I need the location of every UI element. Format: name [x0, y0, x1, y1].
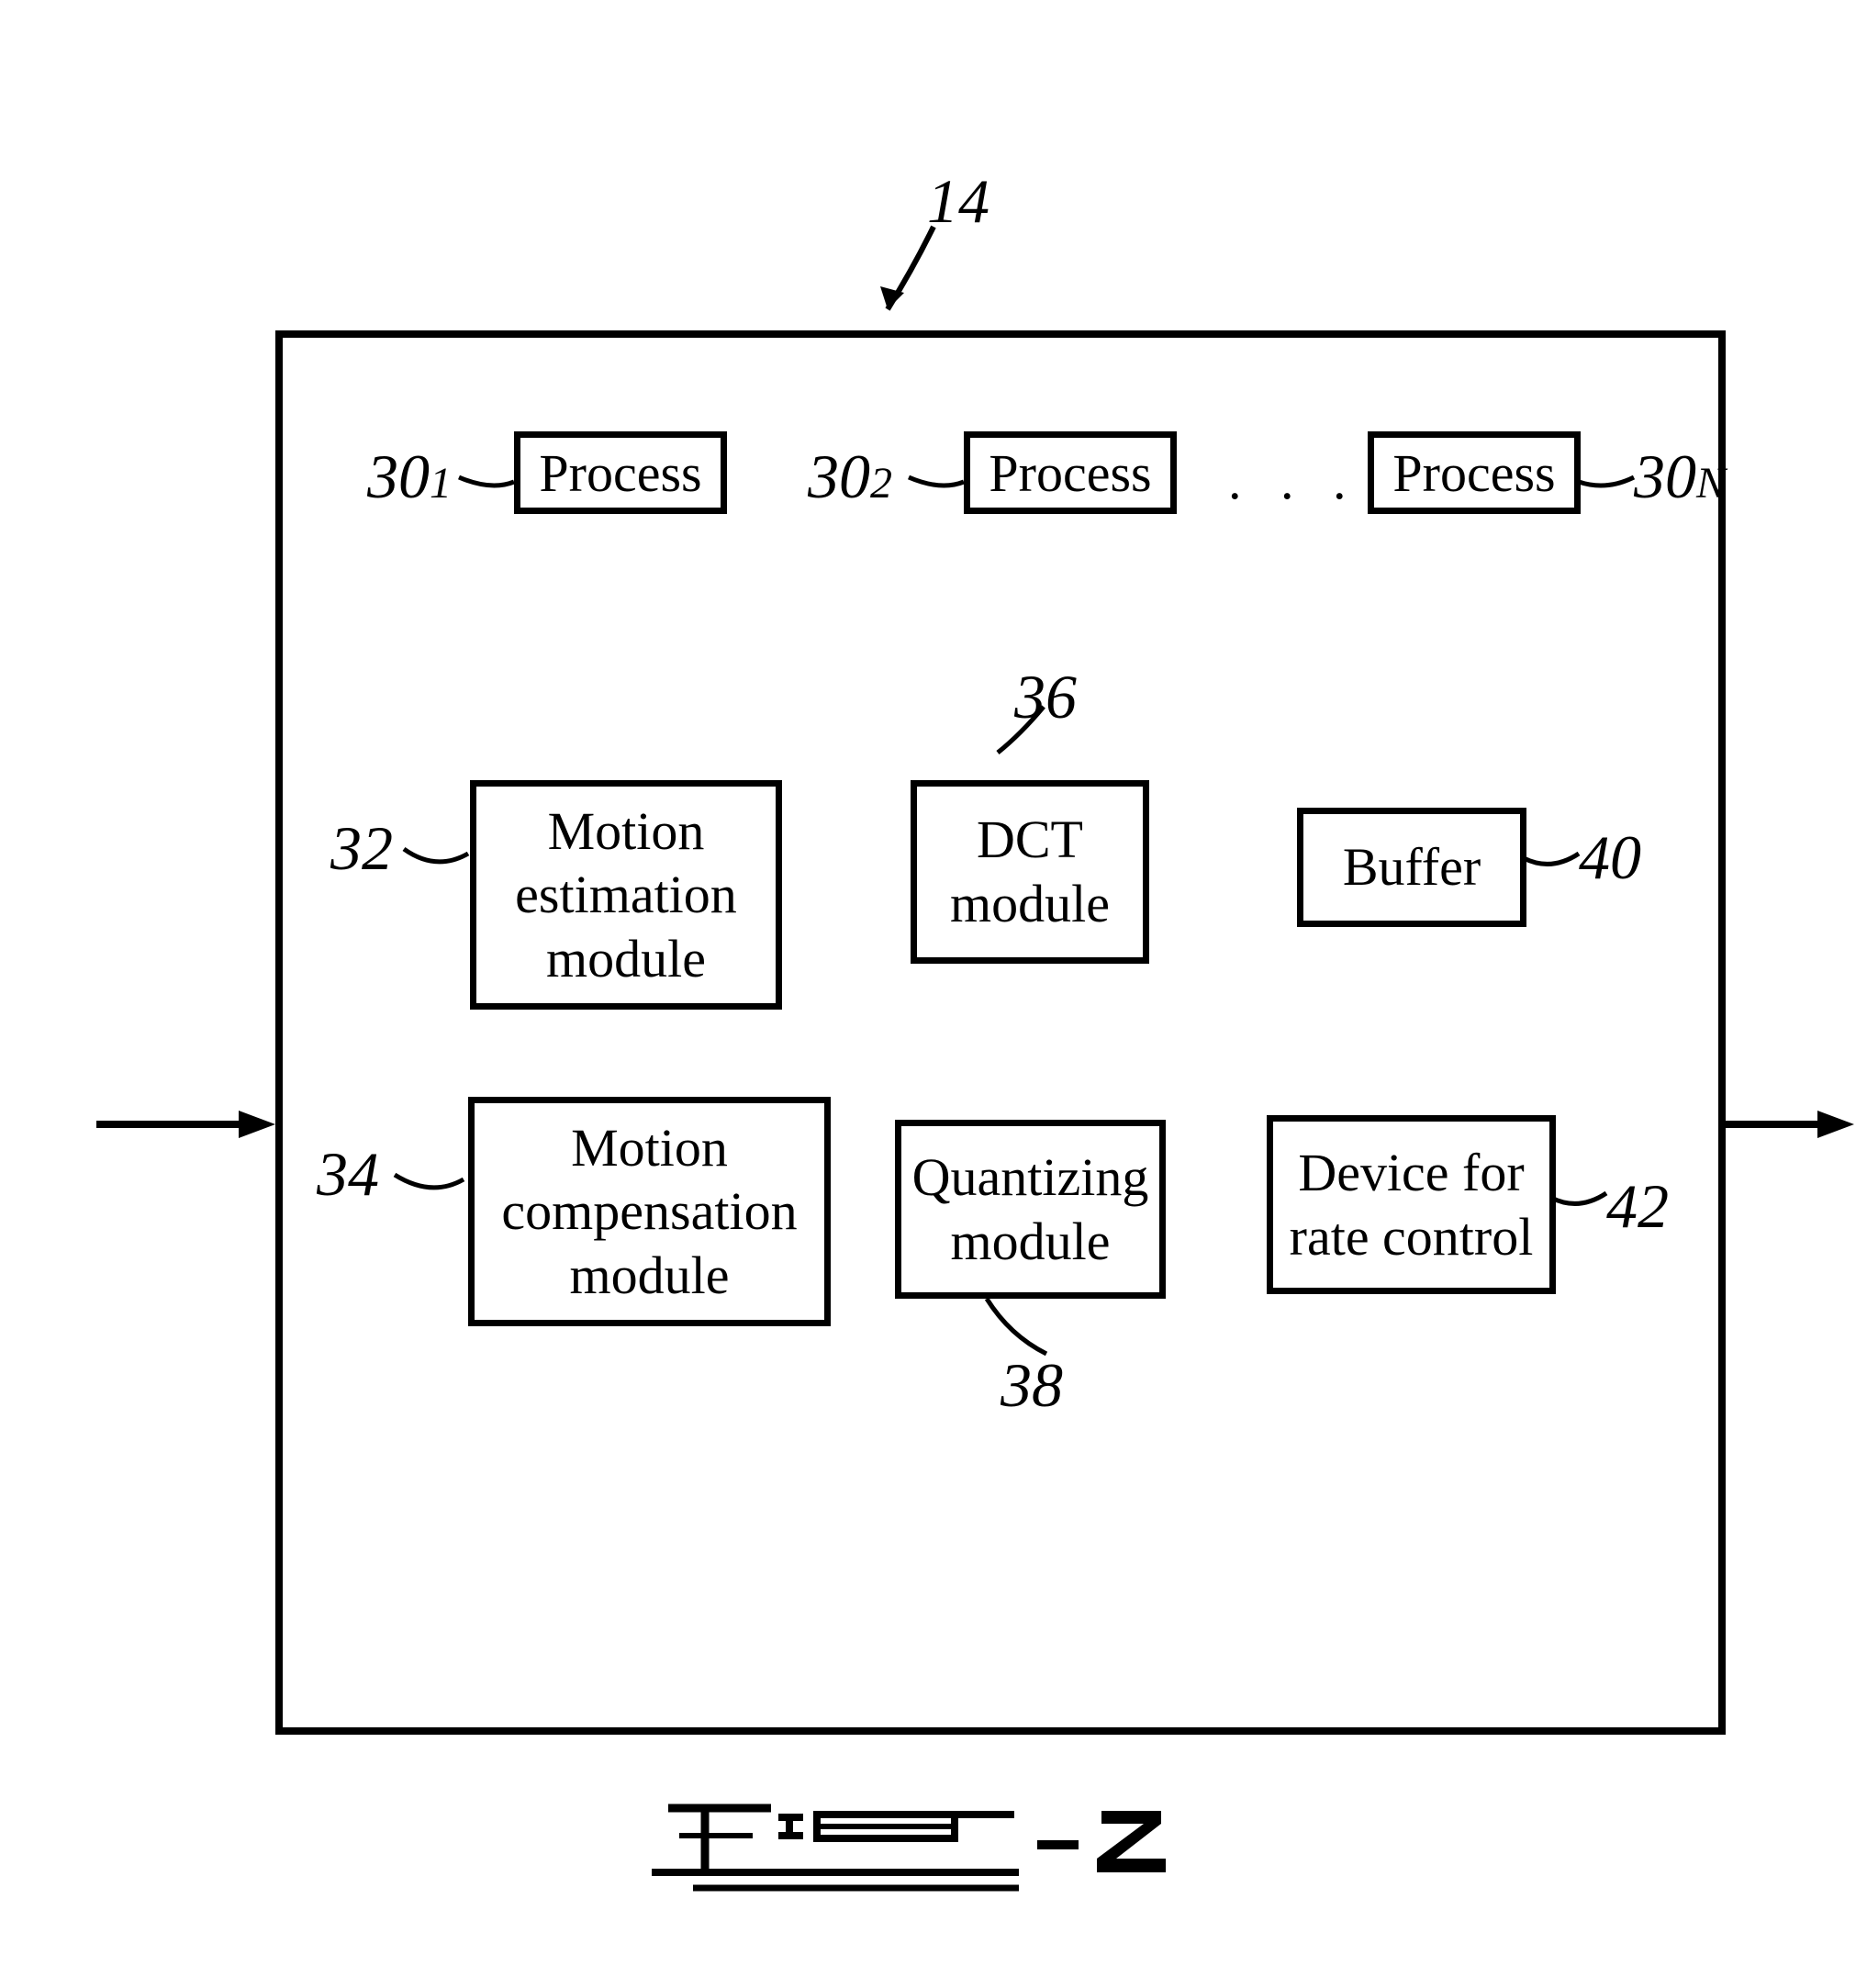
process-2-label: Process: [989, 442, 1151, 504]
process-1-label: Process: [539, 442, 701, 504]
leader-36-icon: [993, 707, 1057, 771]
ref-30-n: 30N: [1634, 441, 1726, 513]
ref-30-2: 302: [808, 441, 892, 513]
process-n-label: Process: [1392, 442, 1555, 504]
dct-label: DCT module: [950, 808, 1110, 935]
ref-34: 34: [317, 1138, 379, 1211]
quantizing-module: Quantizing module: [895, 1120, 1166, 1299]
motion-compensation-module: Motion compensation module: [468, 1097, 831, 1326]
ref-32: 32: [330, 812, 393, 885]
process-1-box: Process: [514, 431, 727, 514]
process-2-box: Process: [964, 431, 1177, 514]
motion-estimation-module: Motion estimation module: [470, 780, 782, 1010]
rate-control-label: Device for rate control: [1290, 1141, 1534, 1268]
encoder-container: [275, 330, 1726, 1735]
motion-compensation-label: Motion compensation module: [501, 1116, 797, 1308]
dct-module: DCT module: [911, 780, 1149, 964]
figure-label-icon: [652, 1804, 1166, 1891]
leader-34-icon: [395, 1156, 477, 1202]
output-arrow-icon: [1721, 1106, 1859, 1143]
ref-42: 42: [1606, 1170, 1669, 1243]
reference-arrow-icon: [860, 227, 989, 337]
ellipsis: . . .: [1228, 450, 1359, 511]
buffer-label: Buffer: [1343, 835, 1481, 899]
process-n-box: Process: [1368, 431, 1581, 514]
input-arrow-icon: [96, 1106, 280, 1143]
buffer-module: Buffer: [1297, 808, 1526, 927]
ref-38: 38: [1001, 1349, 1063, 1422]
quantizing-label: Quantizing module: [912, 1145, 1149, 1273]
ref-40: 40: [1579, 821, 1641, 894]
rate-control-module: Device for rate control: [1267, 1115, 1556, 1294]
motion-estimation-label: Motion estimation module: [515, 799, 737, 991]
ref-30-1: 301: [367, 441, 452, 513]
